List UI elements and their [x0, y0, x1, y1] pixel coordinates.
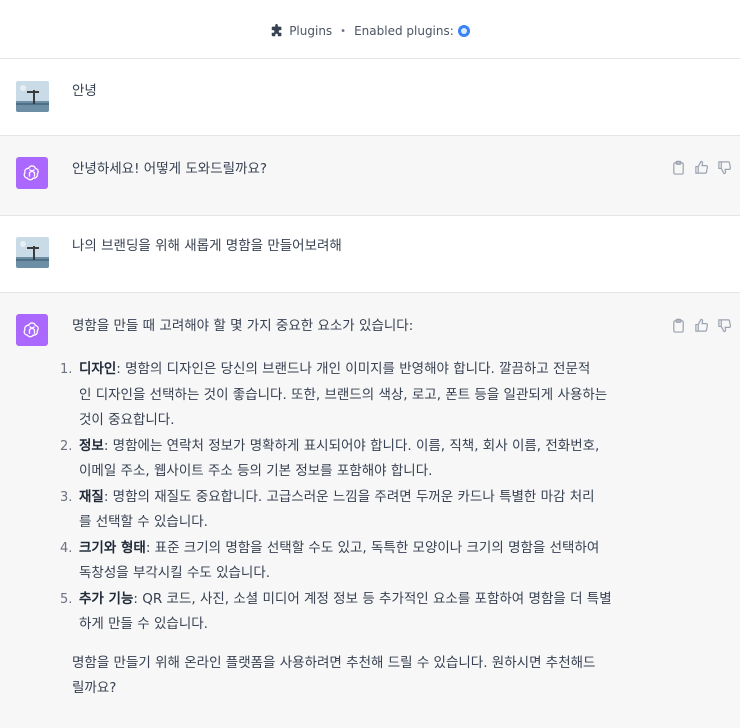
message-text: 나의 브랜딩을 위해 새롭게 명함을 만들어보려해: [72, 238, 342, 254]
item-title: 재질: [79, 488, 104, 505]
enabled-plugins-label: Enabled plugins:: [354, 24, 454, 38]
item-title: 크기와 형태: [79, 539, 146, 556]
item-line: 것이 중요합니다.: [79, 412, 175, 428]
list-number: 5.: [60, 591, 73, 607]
thumbs-up-icon[interactable]: [694, 318, 709, 333]
assistant-message: 명함을 만들 때 고려해야 할 몇 가지 중요한 요소가 있습니다: 1. 디자…: [0, 293, 740, 728]
list-number: 3.: [60, 489, 73, 505]
list-item: 2. 정보: 명함에는 연락처 정보가 명확하게 표시되어야 합니다. 이름, …: [60, 434, 666, 485]
clipboard-icon[interactable]: [671, 160, 686, 175]
plugin-logo-icon[interactable]: [457, 25, 470, 37]
item-line: : 표준 크기의 명함을 선택할 수도 있고, 독특한 모양이나 크기의 명함을…: [145, 539, 600, 556]
item-line: 독창성을 부각시킬 수도 있습니다.: [79, 565, 271, 581]
message-actions: [671, 318, 732, 333]
item-line: : QR 코드, 사진, 소셜 미디어 계정 정보 등 추가적인 요소를 포함하…: [133, 590, 612, 607]
item-title: 정보: [79, 437, 104, 454]
openai-icon: [16, 157, 48, 189]
list-item: 4. 크기와 형태: 표준 크기의 명함을 선택할 수도 있고, 독특한 모양이…: [60, 536, 666, 587]
message-intro: 명함을 만들 때 고려해야 할 몇 가지 중요한 요소가 있습니다:: [72, 318, 414, 334]
openai-icon: [16, 314, 48, 346]
list-number: 4.: [60, 540, 73, 556]
user-avatar-icon: [16, 81, 49, 112]
item-line: : 명함의 디자인은 당신의 브랜드나 개인 이미지를 반영해야 합니다. 깔끔…: [116, 361, 591, 377]
list-item: 3. 재질: 명함의 재질도 중요합니다. 고급스러운 느낌을 주려면 두꺼운 …: [60, 485, 666, 536]
list-item: 5. 추가 기능: QR 코드, 사진, 소셜 미디어 계정 정보 등 추가적인…: [60, 587, 666, 638]
list-number: 1.: [60, 362, 73, 377]
item-line: 를 선택할 수 있습니다.: [79, 514, 208, 530]
user-message: 안녕: [0, 59, 740, 136]
thumbs-up-icon[interactable]: [694, 160, 709, 175]
separator-dot: •: [340, 25, 347, 37]
item-line: 이메일 주소, 웹사이트 주소 등의 기본 정보를 포함해야 합니다.: [79, 463, 433, 479]
message-text: 안녕: [72, 83, 97, 99]
item-title: 디자인: [79, 361, 117, 377]
list-item: 1. 디자인: 명함의 디자인은 당신의 브랜드나 개인 이미지를 반영해야 합…: [60, 357, 666, 434]
puzzle-icon: [271, 24, 282, 37]
item-line: : 명함의 재질도 중요합니다. 고급스러운 느낌을 주려면 두꺼운 카드나 특…: [103, 488, 595, 505]
outro-line: 명함을 만들기 위해 온라인 플랫폼을 사용하려면 추천해 드릴 수 있습니다.…: [72, 655, 596, 671]
item-line: : 명함에는 연락처 정보가 명확하게 표시되어야 합니다. 이름, 직책, 회…: [103, 437, 600, 454]
outro-line: 릴까요?: [72, 680, 117, 696]
user-avatar-icon: [16, 237, 49, 268]
item-title: 추가 기능: [79, 590, 134, 607]
plugins-bar: Plugins • Enabled plugins:: [0, 4, 740, 59]
plugins-label: Plugins: [289, 24, 333, 38]
considerations-list: 1. 디자인: 명함의 디자인은 당신의 브랜드나 개인 이미지를 반영해야 합…: [60, 357, 666, 638]
user-message: 나의 브랜딩을 위해 새롭게 명함을 만들어보려해: [0, 216, 740, 293]
message-actions: [671, 160, 732, 175]
thumbs-down-icon[interactable]: [717, 318, 732, 333]
message-outro: 명함을 만들기 위해 온라인 플랫폼을 사용하려면 추천해 드릴 수 있습니다.…: [72, 651, 595, 701]
message-text: 안녕하세요! 어떻게 도와드릴까요?: [72, 161, 268, 177]
clipboard-icon[interactable]: [671, 318, 686, 333]
item-line: 하게 만들 수 있습니다.: [79, 616, 208, 632]
item-line: 인 디자인을 선택하는 것이 좋습니다. 또한, 브랜드의 색상, 로고, 폰트…: [79, 386, 608, 403]
thumbs-down-icon[interactable]: [717, 160, 732, 175]
assistant-message: 안녕하세요! 어떻게 도와드릴까요?: [0, 136, 740, 216]
list-number: 2.: [60, 438, 73, 454]
